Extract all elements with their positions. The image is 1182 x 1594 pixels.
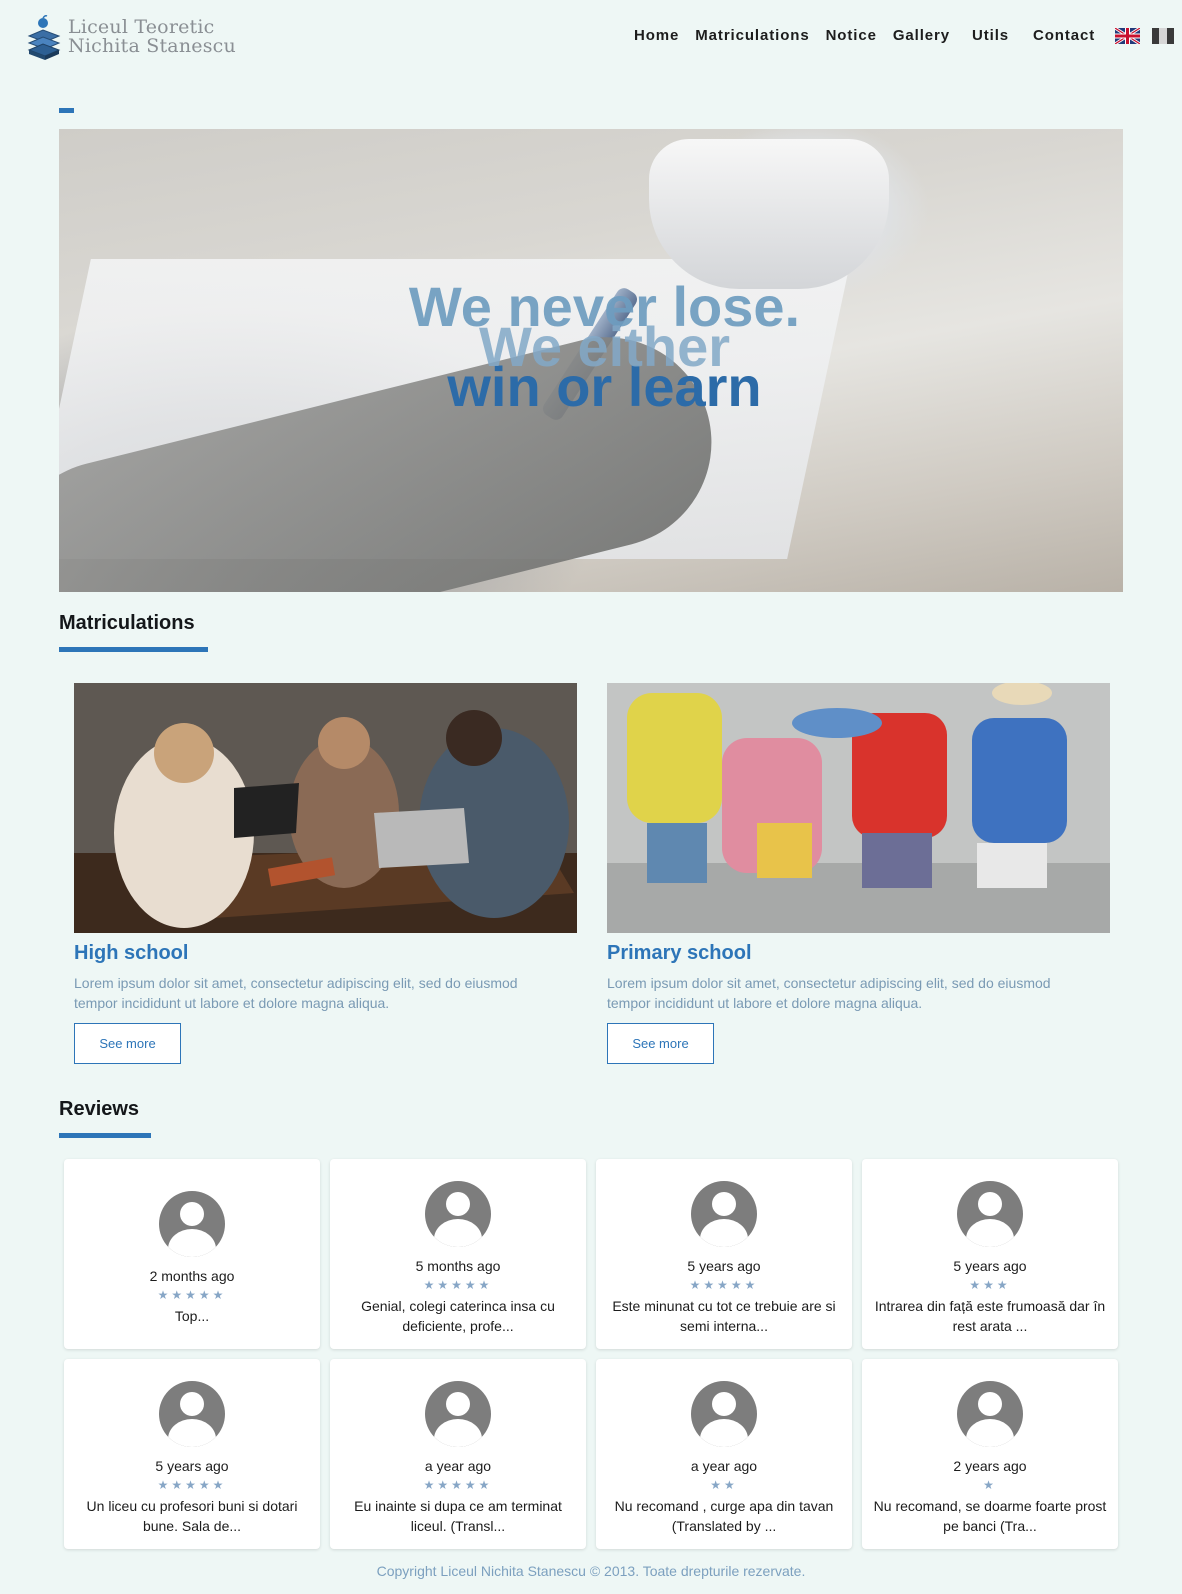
romanian-flag-icon[interactable]: [1152, 27, 1175, 44]
school-name: Liceul Teoretic Nichita Stanescu: [68, 18, 236, 56]
footer-copyright: Copyright Liceul Nichita Stanescu © 2013…: [376, 1563, 806, 1579]
avatar: [159, 1381, 225, 1447]
high-school-title: High school: [74, 942, 189, 964]
avatar: [159, 1191, 225, 1257]
site-header: Liceul Teoretic Nichita Stanescu Home Ma…: [0, 0, 1182, 74]
review-rating-stars: ★★: [710, 1478, 738, 1492]
primary-school-photo-illustration: [607, 683, 1110, 933]
review-text: Un liceu cu profesori buni si dotari bun…: [86, 1498, 298, 1534]
main-nav: Home Matriculations Notice Gallery Utils…: [634, 27, 1182, 44]
review-rating-stars: ★★★★★: [423, 1278, 493, 1292]
review-time: 5 years ago: [953, 1258, 1027, 1274]
nav-notice[interactable]: Notice: [826, 27, 877, 44]
review-text: Nu recomand , curge apa din tavan (Trans…: [614, 1498, 834, 1534]
primary-school-see-more-button[interactable]: See more: [607, 1023, 714, 1064]
review-card: 5 years ago ★★★ Intrarea din față este f…: [862, 1159, 1118, 1349]
nav-gallery[interactable]: Gallery: [893, 27, 950, 44]
hero-image-cup: [649, 139, 889, 289]
hero-slogan: We never lose. We either win or learn: [59, 279, 1123, 415]
primary-school-title: Primary school: [607, 942, 752, 964]
review-text: Eu inainte si dupa ce am terminat liceul…: [354, 1498, 562, 1534]
review-text: Top...: [174, 1308, 210, 1324]
primary-school-description: Lorem ipsum dolor sit amet, consectetur …: [607, 975, 1051, 1011]
avatar: [957, 1181, 1023, 1247]
review-text: Este minunat cu tot ce trebuie are si se…: [612, 1298, 836, 1334]
primary-school-image: [607, 683, 1110, 933]
nav-contact[interactable]: Contact: [1033, 27, 1095, 44]
review-card: a year ago ★★ Nu recomand , curge apa di…: [596, 1359, 852, 1549]
reviews-title: Reviews: [59, 1098, 140, 1120]
matriculation-card-primary-school: Primary school Lorem ipsum dolor sit ame…: [607, 683, 1110, 1064]
review-card: 2 months ago ★★★★★ Top...: [64, 1159, 320, 1349]
avatar: [691, 1381, 757, 1447]
nav-matriculations[interactable]: Matriculations: [695, 27, 809, 44]
review-card: 2 years ago ★ Nu recomand, se doarme foa…: [862, 1359, 1118, 1549]
review-time: 5 years ago: [687, 1258, 761, 1274]
review-time: 5 months ago: [415, 1258, 501, 1274]
review-rating-stars: ★★★★★: [157, 1478, 227, 1492]
english-flag-icon[interactable]: [1115, 27, 1141, 44]
hero-banner: We never lose. We either win or learn: [59, 129, 1123, 592]
high-school-see-more-button[interactable]: See more: [74, 1023, 181, 1064]
review-card: 5 years ago ★★★★★ Un liceu cu profesori …: [64, 1359, 320, 1549]
avatar: [691, 1181, 757, 1247]
avatar: [425, 1181, 491, 1247]
site-logo[interactable]: Liceul Teoretic Nichita Stanescu: [26, 14, 236, 60]
review-time: 2 years ago: [953, 1458, 1027, 1474]
review-time: a year ago: [424, 1458, 492, 1474]
matriculations-title: Matriculations: [59, 612, 195, 634]
review-time: a year ago: [690, 1458, 758, 1474]
hero-slogan-line2: We either: [478, 315, 731, 378]
school-name-line2: Nichita Stanescu: [68, 35, 236, 57]
review-rating-stars: ★★★: [969, 1278, 1011, 1292]
review-text: Nu recomand, se doarme foarte prost pe b…: [873, 1498, 1107, 1534]
review-rating-stars: ★★★★★: [689, 1278, 759, 1292]
school-logo-icon: [27, 15, 61, 60]
nav-utils[interactable]: Utils: [972, 27, 1009, 44]
review-rating-stars: ★★★★★: [423, 1478, 493, 1492]
review-rating-stars: ★: [983, 1478, 997, 1492]
nav-home[interactable]: Home: [634, 27, 679, 44]
review-text: Intrarea din față este frumoasă dar în r…: [874, 1298, 1106, 1334]
high-school-photo-illustration: [74, 683, 577, 933]
review-rating-stars: ★★★★★: [157, 1288, 227, 1302]
matriculation-card-high-school: High school Lorem ipsum dolor sit amet, …: [74, 683, 577, 1064]
reviews-underline: [59, 1133, 151, 1138]
hero-accent-bar: [59, 108, 74, 113]
review-text: Genial, colegi caterinca insa cu deficie…: [361, 1298, 555, 1334]
review-card: 5 years ago ★★★★★ Este minunat cu tot ce…: [596, 1159, 852, 1349]
high-school-image: [74, 683, 577, 933]
review-card: 5 months ago ★★★★★ Genial, colegi cateri…: [330, 1159, 586, 1349]
high-school-description: Lorem ipsum dolor sit amet, consectetur …: [74, 975, 518, 1011]
review-card: a year ago ★★★★★ Eu inainte si dupa ce a…: [330, 1359, 586, 1549]
matriculations-underline: [59, 647, 208, 652]
review-time: 2 months ago: [149, 1268, 235, 1284]
avatar: [957, 1381, 1023, 1447]
avatar: [425, 1381, 491, 1447]
review-time: 5 years ago: [155, 1458, 229, 1474]
